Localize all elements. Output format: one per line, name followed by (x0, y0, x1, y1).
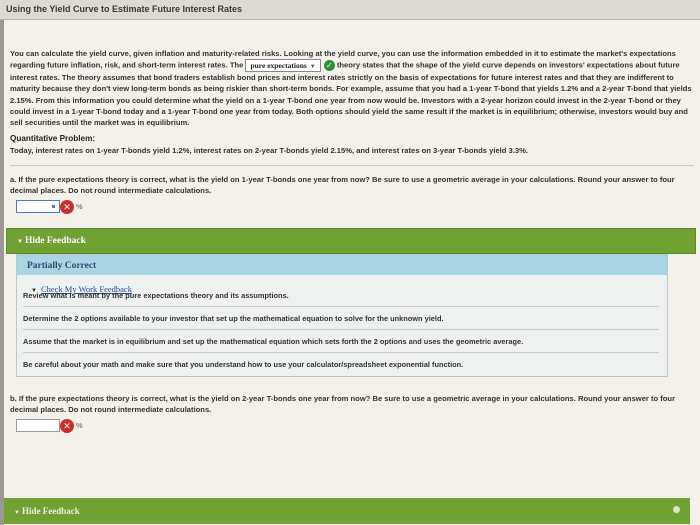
quantitative-text: Today, interest rates on 1-year T-bonds … (10, 146, 528, 156)
check-correct-icon: ✓ (323, 60, 335, 72)
section-divider (10, 165, 694, 167)
incorrect-x-icon: ✕ (60, 419, 74, 434)
answer-a-unit: % (76, 202, 83, 212)
page-title: Using the Yield Curve to Estimate Future… (6, 4, 243, 14)
theory-dropdown-value: pure expectations (250, 61, 307, 71)
caret-down-icon: ▼ (17, 239, 23, 246)
feedback-status: Partially Correct (17, 255, 667, 276)
feedback-line-2: Determine the 2 options available to you… (23, 314, 444, 324)
status-dot-icon (673, 506, 680, 513)
feedback-divider (23, 329, 659, 331)
caret-down-icon: ▼ (14, 510, 20, 516)
feedback-divider (23, 352, 659, 354)
feedback-a-panel: Partially Correct ▼ Check My Work Feedbac… (16, 254, 668, 378)
hide-feedback-a-toggle[interactable]: ▼ Hide Feedback (6, 228, 696, 255)
hide-feedback-b-toggle[interactable]: ▼ Hide Feedback (4, 498, 690, 524)
intro-text-part2: theory states that the shape of the yiel… (10, 60, 692, 128)
feedback-line-3: Assume that the market is in equilibrium… (23, 337, 524, 347)
feedback-divider (23, 306, 659, 308)
hide-feedback-b-label: Hide Feedback (21, 506, 80, 516)
theory-dropdown[interactable]: pure expectations ▼ (245, 59, 321, 73)
feedback-line-1: Review what is meant by the pure expecta… (23, 291, 289, 301)
answer-a-row: ✕ % (10, 200, 694, 216)
feedback-line-4: Be careful about your math and make sure… (23, 360, 464, 370)
intro-paragraph: You can calculate the yield curve, given… (10, 48, 694, 128)
problem-sheet: You can calculate the yield curve, given… (0, 20, 700, 525)
input-marker (52, 205, 55, 209)
incorrect-x-icon: ✕ (60, 200, 74, 215)
chevron-down-icon: ▼ (309, 64, 316, 71)
question-b-text: b. If the pure expectations theory is co… (10, 394, 676, 415)
answer-b-unit: % (76, 421, 83, 431)
problem-content: You can calculate the yield curve, given… (6, 26, 696, 435)
question-a-text: a. If the pure expectations theory is co… (10, 175, 675, 196)
answer-b-input[interactable] (16, 419, 60, 433)
answer-b-row: ✕ % (10, 419, 694, 435)
hide-feedback-a-label: Hide Feedback (24, 236, 86, 247)
quantitative-heading: Quantitative Problem: (10, 134, 96, 144)
page-title-bar: Using the Yield Curve to Estimate Future… (0, 0, 700, 20)
feedback-body: ▼ Check My Work Feedback Review what is m… (17, 275, 667, 376)
